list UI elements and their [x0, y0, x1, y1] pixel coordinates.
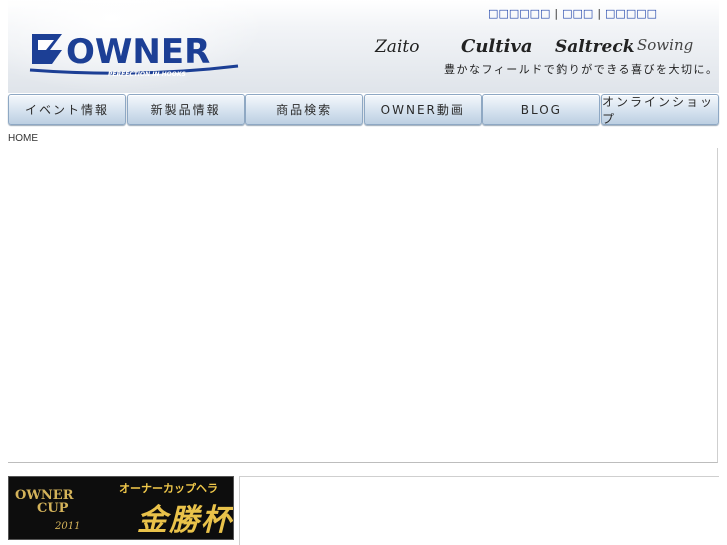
banner-year: 2011 — [55, 521, 81, 532]
nav-event-info[interactable]: イベント情報 — [8, 94, 126, 125]
banner-kanji: 金勝杯 — [137, 503, 233, 538]
nav-product-search[interactable]: 商品検索 — [245, 94, 364, 125]
owner-logo[interactable]: OWNER PERFECTION IN HOOKS — [28, 28, 248, 87]
banner-cup-text: OWNER CUP — [15, 488, 74, 516]
top-link-2[interactable]: □□□ — [562, 7, 593, 20]
top-link-1[interactable]: □□□□□□ — [488, 7, 550, 20]
top-link-3[interactable]: □□□□□ — [605, 7, 657, 20]
banner-title: オーナーカップヘラ — [119, 482, 218, 495]
brand-zaito: Zaito — [374, 37, 419, 57]
brand-cultiva: Cultiva — [461, 36, 533, 57]
nav-new-products[interactable]: 新製品情報 — [126, 94, 245, 125]
nav-blog[interactable]: BLOG — [482, 94, 601, 125]
breadcrumb[interactable]: HOME — [8, 133, 38, 144]
owner-cup-banner[interactable]: OWNER CUP 2011 オーナーカップヘラ 金勝杯 — [8, 476, 234, 540]
brand-saltreck: Saltreck — [555, 37, 635, 57]
tagline: 豊かなフィールドで釣りができる喜びを大切に。 — [444, 63, 719, 76]
top-links: □□□□□□ | □□□ | □□□□□ — [488, 7, 657, 20]
site-header: □□□□□□ | □□□ | □□□□□ OWNER PERFECTION IN HOO… — [8, 0, 719, 93]
nav-owner-video[interactable]: OWNER動画 — [363, 94, 482, 125]
nav-online-shop[interactable]: オンラインショップ — [600, 94, 719, 126]
brand-sowing: Sowing — [637, 36, 693, 54]
main-content-area — [8, 148, 718, 463]
logo-subtitle: PERFECTION IN HOOKS — [108, 71, 186, 78]
main-nav: イベント情報 新製品情報 商品検索 OWNER動画 BLOG オンラインショップ — [8, 94, 719, 126]
logo-text: OWNER — [66, 32, 210, 72]
brand-logos: Zaito Cultiva Saltreck Sowing — [373, 30, 713, 60]
side-content-area — [239, 476, 719, 545]
